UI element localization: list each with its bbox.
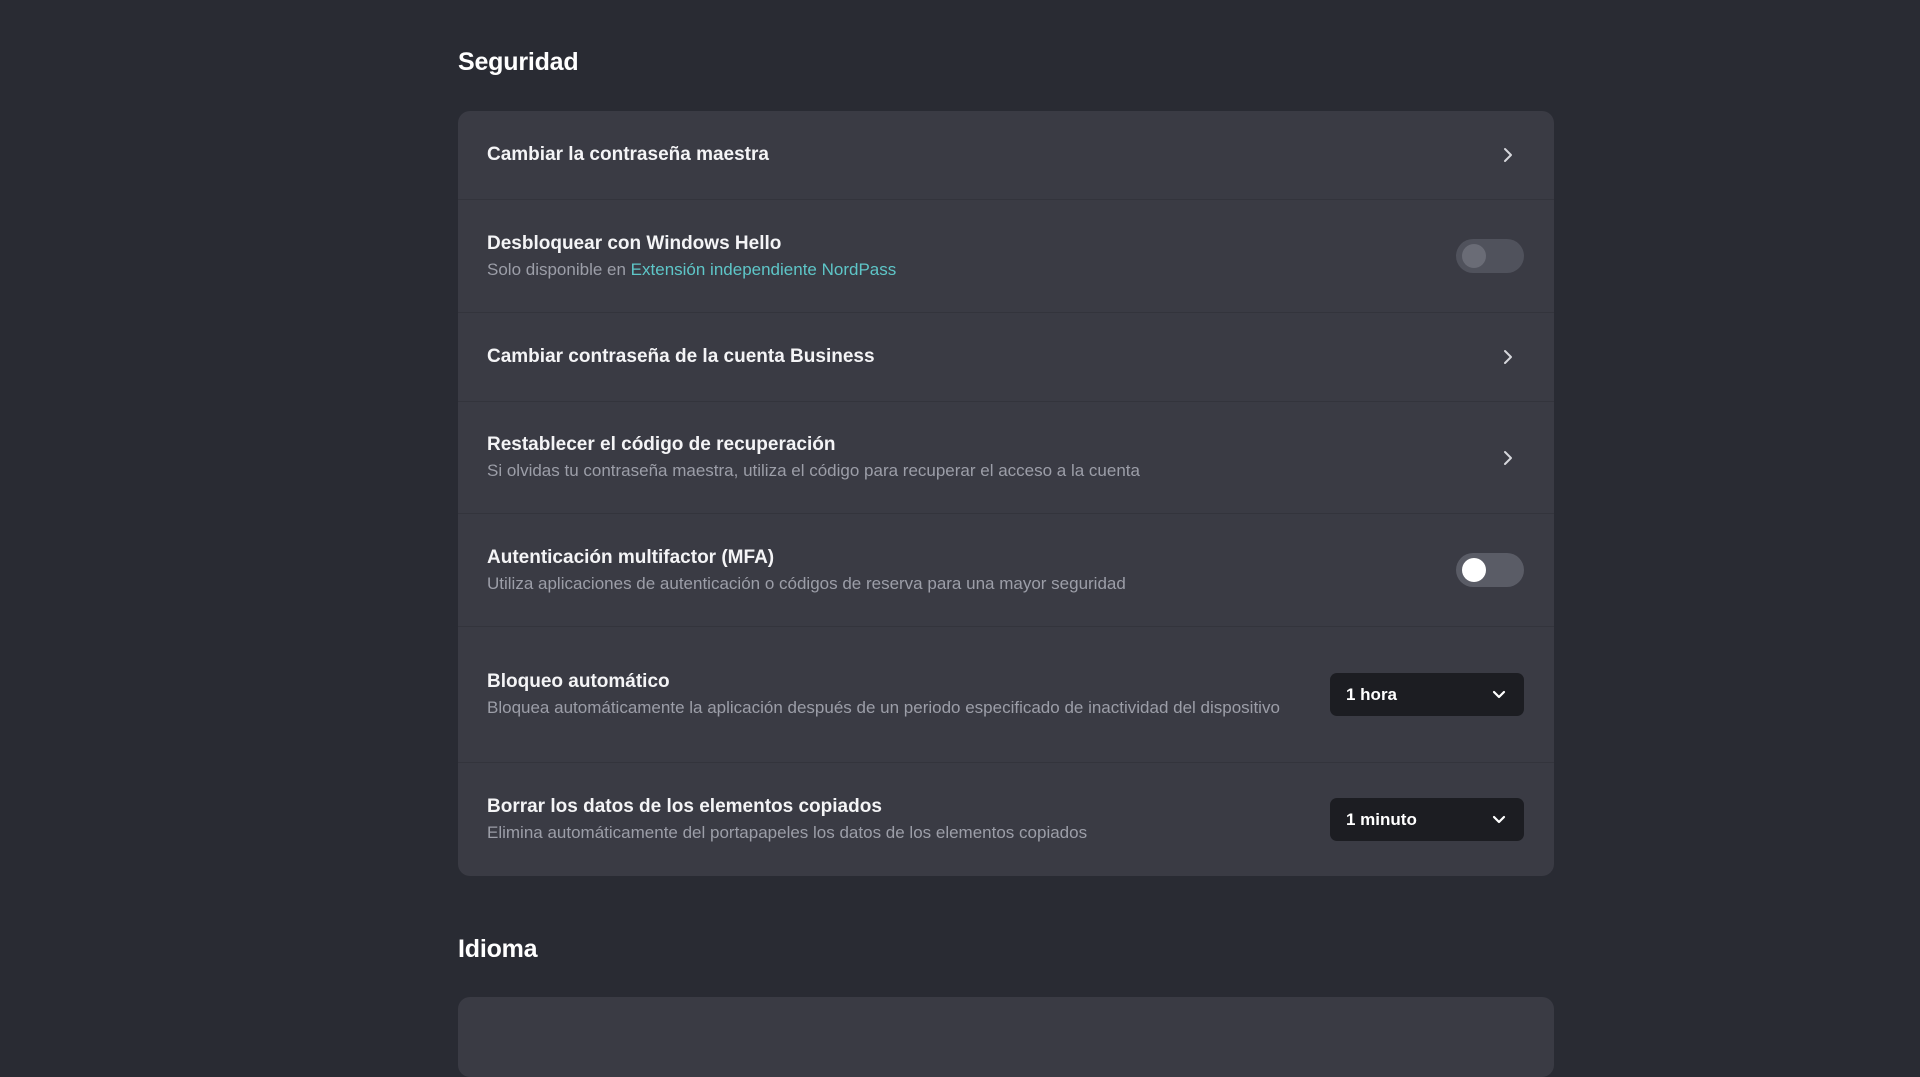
windows-hello-toggle[interactable] bbox=[1456, 239, 1524, 273]
change-master-password-row[interactable]: Cambiar la contraseña maestra bbox=[458, 111, 1554, 199]
chevron-down-icon bbox=[1492, 685, 1506, 705]
chevron-right-icon bbox=[1498, 145, 1518, 165]
row-subtitle: Utiliza aplicaciones de autenticación o … bbox=[487, 573, 1126, 593]
clear-clipboard-row: Borrar los datos de los elementos copiad… bbox=[458, 762, 1554, 876]
row-subtitle: Si olvidas tu contraseña maestra, utiliz… bbox=[487, 461, 1140, 480]
change-business-password-row[interactable]: Cambiar contraseña de la cuenta Business bbox=[458, 312, 1554, 401]
row-title: Borrar los datos de los elementos copiad… bbox=[487, 796, 882, 817]
select-value: 1 hora bbox=[1346, 684, 1398, 704]
row-title: Desbloquear con Windows Hello bbox=[487, 232, 782, 254]
row-title: Bloqueo automático bbox=[487, 671, 670, 692]
row-title: Cambiar la contraseña maestra bbox=[487, 144, 769, 165]
mfa-row: Autenticación multifactor (MFA) Utiliza … bbox=[458, 513, 1554, 626]
chevron-down-icon bbox=[1492, 810, 1506, 830]
chevron-right-icon bbox=[1498, 347, 1518, 367]
reset-recovery-code-row[interactable]: Restablecer el código de recuperación Si… bbox=[458, 401, 1554, 513]
auto-lock-row: Bloqueo automático Bloquea automáticamen… bbox=[458, 626, 1554, 762]
toggle-knob bbox=[1462, 558, 1486, 582]
windows-hello-row: Desbloquear con Windows Hello Solo dispo… bbox=[458, 199, 1554, 312]
row-subtitle: Elimina automáticamente del portapapeles… bbox=[487, 823, 1088, 842]
row-subtitle: Bloquea automáticamente la aplicación de… bbox=[487, 698, 1280, 717]
chevron-right-icon bbox=[1498, 448, 1518, 468]
security-card: Cambiar la contraseña maestra Desbloquea… bbox=[458, 111, 1554, 876]
mfa-toggle[interactable] bbox=[1456, 553, 1524, 587]
clear-clipboard-select[interactable]: 1 minuto bbox=[1330, 798, 1524, 841]
row-title: Cambiar contraseña de la cuenta Business bbox=[487, 346, 875, 367]
row-title: Autenticación multifactor (MFA) bbox=[487, 546, 775, 568]
security-section-title: Seguridad bbox=[458, 48, 579, 76]
language-section-title: Idioma bbox=[458, 935, 538, 963]
row-subtitle: Solo disponible en Extensión independien… bbox=[487, 259, 897, 279]
language-card bbox=[458, 997, 1554, 1077]
select-value: 1 minuto bbox=[1346, 809, 1417, 829]
standalone-extension-link[interactable]: Extensión independiente NordPass bbox=[631, 260, 897, 279]
row-title: Restablecer el código de recuperación bbox=[487, 434, 836, 455]
toggle-knob bbox=[1462, 244, 1486, 268]
auto-lock-select[interactable]: 1 hora bbox=[1330, 673, 1524, 716]
